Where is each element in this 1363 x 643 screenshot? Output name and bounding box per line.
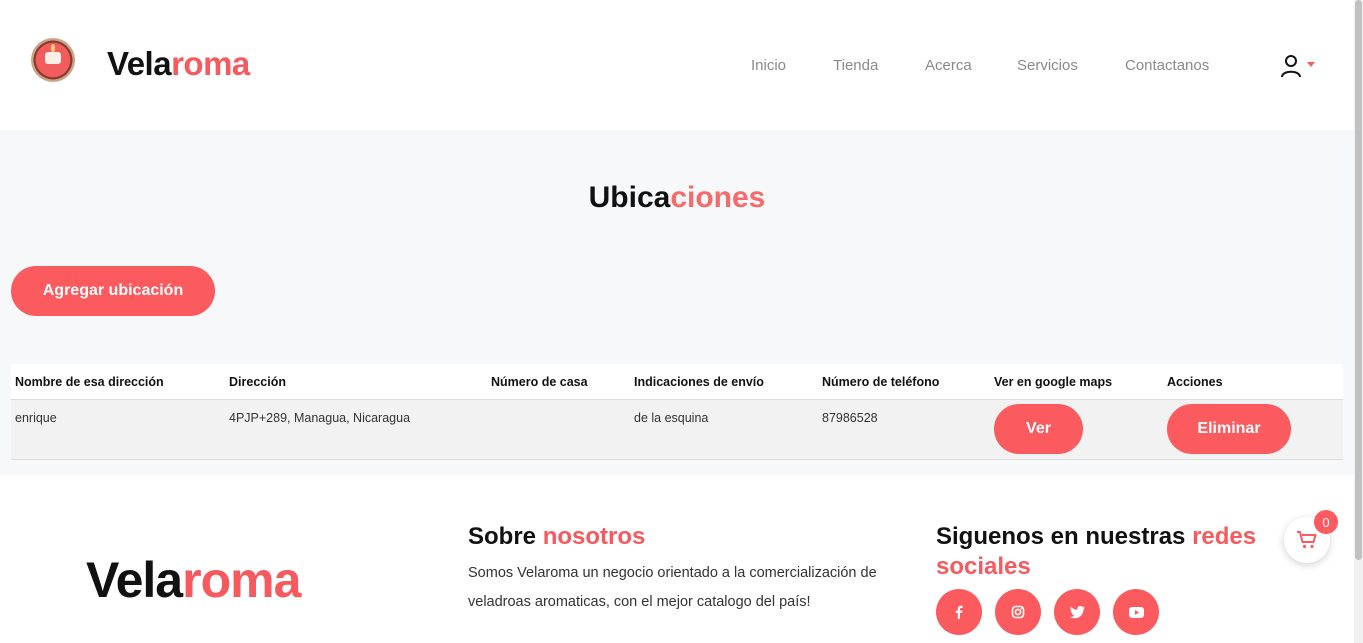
social-heading: Siguenos en nuestras redes sociales bbox=[936, 523, 1257, 580]
nav-contactanos[interactable]: Contactanos bbox=[1125, 57, 1209, 74]
locations-section: Ubicaciones Agregar ubicación Nombre de … bbox=[0, 130, 1354, 475]
cell-address: 4PJP+289, Managua, Nicaragua bbox=[229, 411, 411, 425]
site-header: Velaroma Inicio Tienda Acerca Servicios … bbox=[0, 0, 1354, 130]
logo-icon[interactable] bbox=[31, 38, 75, 82]
view-map-button[interactable]: Ver bbox=[994, 404, 1083, 454]
locations-table: Nombre de esa dirección Dirección Número… bbox=[11, 364, 1343, 460]
cell-phone: 87986528 bbox=[822, 411, 878, 425]
about-heading: Sobre nosotros bbox=[468, 523, 646, 550]
nav-inicio[interactable]: Inicio bbox=[751, 57, 786, 74]
column-header-phone: Número de teléfono bbox=[822, 375, 940, 389]
column-header-house-number: Número de casa bbox=[491, 375, 588, 389]
instagram-icon[interactable] bbox=[995, 589, 1041, 635]
footer-brand-logo: Velaroma bbox=[86, 552, 301, 608]
user-icon[interactable] bbox=[1280, 54, 1302, 78]
table-header: Nombre de esa dirección Dirección Número… bbox=[11, 364, 1343, 400]
youtube-icon[interactable] bbox=[1113, 589, 1159, 635]
column-header-name: Nombre de esa dirección bbox=[15, 375, 164, 389]
column-header-maps: Ver en google maps bbox=[994, 375, 1113, 389]
cart-icon bbox=[1297, 531, 1317, 549]
nav-tienda[interactable]: Tienda bbox=[833, 57, 878, 74]
chevron-down-icon[interactable] bbox=[1307, 62, 1315, 67]
brand-logo-text[interactable]: Velaroma bbox=[107, 45, 250, 83]
page-title: Ubicaciones bbox=[588, 181, 766, 214]
column-header-address: Dirección bbox=[229, 375, 286, 389]
column-header-actions: Acciones bbox=[1167, 375, 1223, 389]
about-text: Somos Velaroma un negocio orientado a la… bbox=[468, 565, 877, 610]
cell-directions: de la esquina bbox=[634, 411, 709, 425]
page-scrollbar-thumb[interactable] bbox=[1355, 0, 1362, 560]
table-row: enrique 4PJP+289, Managua, Nicaragua de … bbox=[11, 400, 1343, 460]
column-header-directions: Indicaciones de envío bbox=[634, 375, 764, 389]
site-footer: Velaroma Sobre nosotros Somos Velaroma u… bbox=[0, 475, 1354, 643]
nav-servicios[interactable]: Servicios bbox=[1017, 57, 1078, 74]
add-location-button[interactable]: Agregar ubicación bbox=[11, 266, 215, 316]
nav-acerca[interactable]: Acerca bbox=[925, 57, 972, 74]
cart-count-badge: 0 bbox=[1314, 510, 1338, 534]
facebook-icon[interactable] bbox=[936, 589, 982, 635]
twitter-icon[interactable] bbox=[1054, 589, 1100, 635]
delete-button[interactable]: Eliminar bbox=[1167, 404, 1291, 454]
cell-name: enrique bbox=[15, 411, 57, 425]
